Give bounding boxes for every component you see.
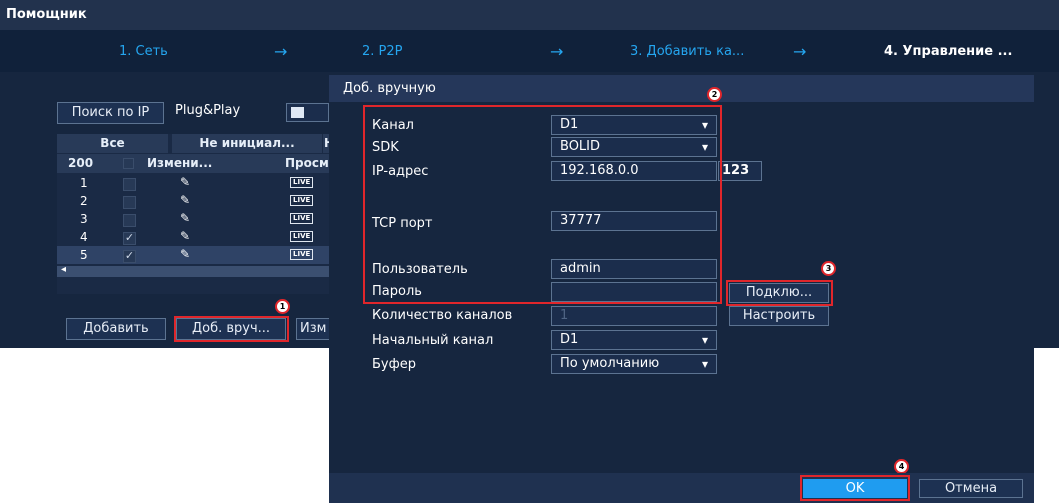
channel-count-input: 1 [551,306,717,326]
tab-all[interactable]: Все [57,134,168,153]
table-row-selected[interactable]: 5 ✓ ✎ LIVE [57,246,332,264]
live-icon[interactable]: LIVE [290,213,314,224]
row-checkbox-checked[interactable]: ✓ [123,232,136,245]
search-by-ip-button[interactable]: Поиск по IP [57,102,164,124]
edit-button[interactable]: Изм [296,318,330,340]
highlight-ok [800,475,910,501]
row-checkbox-checked[interactable]: ✓ [123,250,136,263]
step-badge-2: 2 [707,87,722,102]
dialog-title: Доб. вручную [329,75,1034,102]
step-arrow-icon: → [274,42,288,61]
wizard-steps: 1. Сеть → 2. P2P → 3. Добавить ка... → 4… [0,30,1059,72]
table-row[interactable]: 1 ✎ LIVE [57,174,332,192]
row-number: 5 [80,248,88,262]
pencil-icon[interactable]: ✎ [180,229,190,243]
step-badge-1: 1 [275,299,290,314]
row-number: 4 [80,230,88,244]
row-checkbox[interactable] [123,178,136,191]
window-title: Помощник [0,0,1059,30]
horizontal-scrollbar[interactable]: ◂ [57,264,332,277]
pencil-icon[interactable]: ✎ [180,247,190,261]
channel-count-label: Количество каналов [372,308,513,323]
scroll-left-icon[interactable]: ◂ [61,264,66,275]
step-badge-3: 3 [821,261,836,276]
plug-play-label: Plug&Play [175,103,241,118]
dialog-footer: OK Отмена [329,473,1034,503]
column-count: 200 [68,156,94,170]
table-header: 200 Измени... Просмо [57,154,338,173]
step-arrow-icon: → [550,42,564,61]
pencil-icon[interactable]: ✎ [180,211,190,225]
pencil-icon[interactable]: ✎ [180,193,190,207]
live-icon[interactable]: LIVE [290,195,314,206]
step-manage[interactable]: 4. Управление ... [884,44,1012,59]
start-channel-select[interactable]: D1 [551,330,717,350]
live-icon[interactable]: LIVE [290,249,314,260]
live-icon[interactable]: LIVE [290,177,314,188]
row-number: 2 [80,194,88,208]
row-checkbox[interactable] [123,214,136,227]
row-number: 1 [80,176,88,190]
buffer-label: Буфер [372,357,416,372]
step-p2p[interactable]: 2. P2P [362,44,403,59]
table-row[interactable]: 3 ✎ LIVE [57,210,332,228]
start-channel-label: Начальный канал [372,333,494,348]
step-network[interactable]: 1. Сеть [119,44,168,59]
buffer-select[interactable]: По умолчанию [551,354,717,374]
step-arrow-icon: → [793,42,807,61]
device-table: Все Не инициал... Н 200 Измени... Просмо… [57,134,338,294]
table-row[interactable]: 4 ✓ ✎ LIVE [57,228,332,246]
configure-button[interactable]: Настроить [729,306,829,326]
column-view: Просмо [285,156,338,170]
table-row[interactable]: 2 ✎ LIVE [57,192,332,210]
row-number: 3 [80,212,88,226]
pencil-icon[interactable]: ✎ [180,175,190,189]
row-checkbox[interactable] [123,196,136,209]
cancel-button[interactable]: Отмена [919,479,1023,498]
step-add-camera[interactable]: 3. Добавить ка... [630,44,744,59]
plug-play-toggle[interactable] [286,103,329,122]
highlight-manual-add [174,316,289,342]
filter-tabs: Все Не инициал... Н [57,134,335,153]
add-button[interactable]: Добавить [66,318,166,340]
toggle-knob-icon [291,107,304,118]
highlight-connection-fields [363,105,722,304]
manual-add-dialog: Доб. вручную Канал D1 SDK BOLID IP-адрес… [329,75,1034,503]
step-badge-4: 4 [894,459,909,474]
live-icon[interactable]: LIVE [290,231,314,242]
select-all-checkbox[interactable] [123,158,134,169]
highlight-connect [726,280,833,306]
tab-not-initialized[interactable]: Не инициал... [172,134,322,153]
numeric-keyboard-button[interactable]: 123 [718,161,762,181]
column-edit: Измени... [147,156,213,170]
